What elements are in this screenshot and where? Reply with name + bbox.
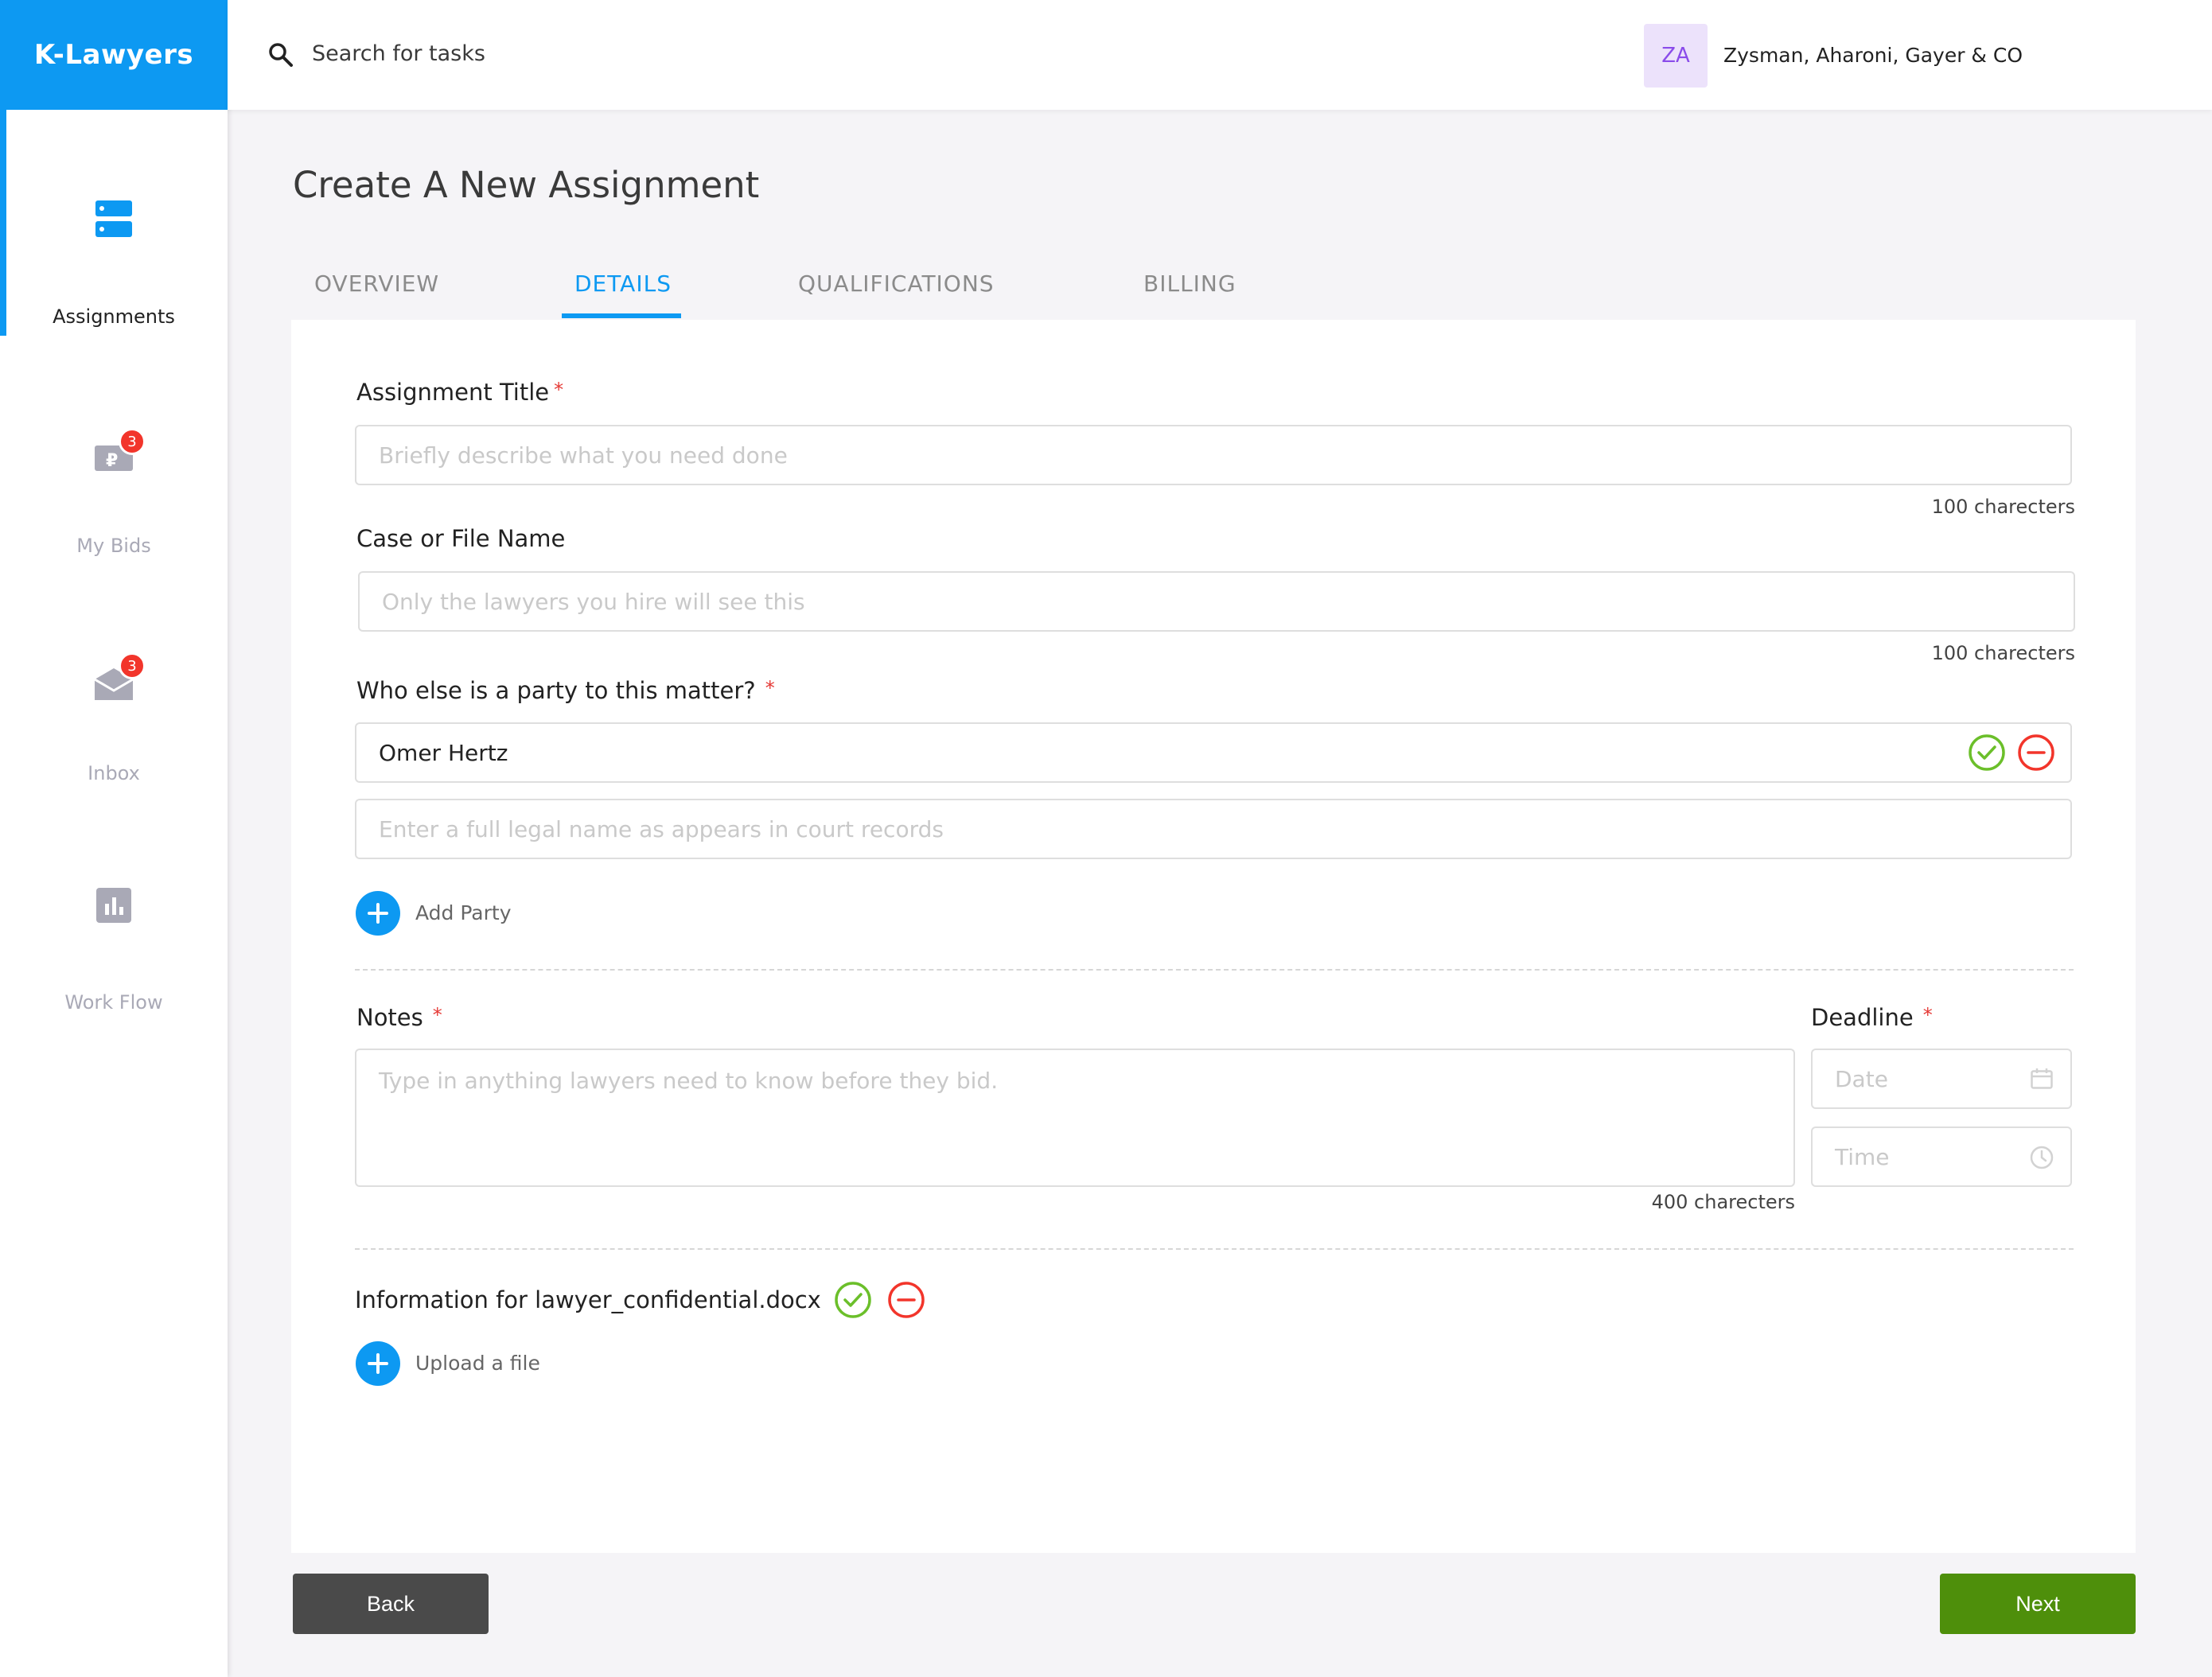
- remove-party-icon[interactable]: [2017, 733, 2055, 772]
- sidebar-item-label: Assignments: [53, 305, 175, 328]
- case-name-label: Case or File Name: [356, 525, 566, 552]
- remove-file-icon[interactable]: [887, 1281, 925, 1319]
- party-input-filled[interactable]: Omer Hertz: [355, 722, 2072, 783]
- next-button[interactable]: Next: [1940, 1574, 2136, 1634]
- sidebar-item-my-bids[interactable]: ₽ 3 My Bids: [0, 414, 228, 605]
- required-mark: *: [554, 379, 564, 401]
- sidebar-item-inbox[interactable]: 3 Inbox: [0, 643, 228, 834]
- file-name-label: Information for lawyer_confidential.docx: [355, 1286, 821, 1313]
- sidebar-item-work-flow[interactable]: Work Flow: [0, 872, 228, 1063]
- tab-overview[interactable]: OVERVIEW: [314, 270, 439, 297]
- bids-badge: 3: [119, 428, 146, 455]
- party-label: Who else is a party to this matter? *: [356, 677, 775, 704]
- upload-file-button[interactable]: [356, 1341, 400, 1386]
- notes-textarea[interactable]: Type in anything lawyers need to know be…: [355, 1049, 1795, 1187]
- search-icon[interactable]: [267, 41, 293, 67]
- back-button[interactable]: Back: [293, 1574, 489, 1634]
- case-name-input[interactable]: Only the lawyers you hire will see this: [358, 571, 2075, 632]
- tab-active-underline: [562, 313, 681, 318]
- clock-icon[interactable]: [2029, 1145, 2054, 1170]
- required-mark: *: [432, 1004, 442, 1026]
- svg-text:₽: ₽: [106, 451, 118, 471]
- sidebar-item-label: My Bids: [76, 535, 151, 557]
- calendar-icon[interactable]: [2031, 1068, 2053, 1089]
- tab-billing[interactable]: BILLING: [1143, 270, 1236, 297]
- add-party-label[interactable]: Add Party: [415, 901, 512, 924]
- sidebar: K-Lawyers Assignments ₽ 3 My Bids 3 Inbo…: [0, 0, 228, 1677]
- deadline-label: Deadline *: [1811, 1004, 1933, 1031]
- avatar[interactable]: ZA: [1644, 24, 1708, 88]
- chart-icon: [96, 888, 131, 923]
- app-logo[interactable]: K-Lawyers: [0, 0, 228, 110]
- tab-details[interactable]: DETAILS: [574, 270, 672, 297]
- search-input[interactable]: Search for tasks: [312, 41, 485, 66]
- assignment-title-input[interactable]: Briefly describe what you need done: [355, 425, 2072, 485]
- add-party-button[interactable]: [356, 891, 400, 936]
- section-divider: [355, 1248, 2074, 1250]
- assignment-title-label: Assignment Title *: [356, 379, 564, 406]
- plus-icon: [368, 1353, 388, 1374]
- section-divider: [355, 969, 2074, 971]
- party-name-input[interactable]: Enter a full legal name as appears in co…: [355, 799, 2072, 859]
- sidebar-item-assignments[interactable]: Assignments: [0, 127, 228, 328]
- confirm-party-icon[interactable]: [1968, 733, 2006, 772]
- case-char-counter: 100 charecters: [1931, 642, 2075, 664]
- sidebar-item-label: Inbox: [88, 762, 140, 784]
- confirm-file-icon[interactable]: [834, 1281, 872, 1319]
- assignments-icon: [95, 200, 132, 237]
- inbox-badge: 3: [119, 652, 146, 679]
- upload-file-label[interactable]: Upload a file: [415, 1352, 540, 1375]
- page-title: Create A New Assignment: [293, 164, 760, 206]
- notes-char-counter: 400 charecters: [1651, 1191, 1795, 1213]
- required-mark: *: [1922, 1004, 1933, 1026]
- firm-name[interactable]: Zysman, Aharoni, Gayer & CO: [1723, 44, 2023, 67]
- title-char-counter: 100 charecters: [1931, 496, 2075, 518]
- notes-label: Notes *: [356, 1004, 442, 1031]
- tab-qualifications[interactable]: QUALIFICATIONS: [798, 270, 995, 297]
- plus-icon: [368, 903, 388, 924]
- required-mark: *: [765, 677, 775, 699]
- sidebar-item-label: Work Flow: [64, 991, 163, 1014]
